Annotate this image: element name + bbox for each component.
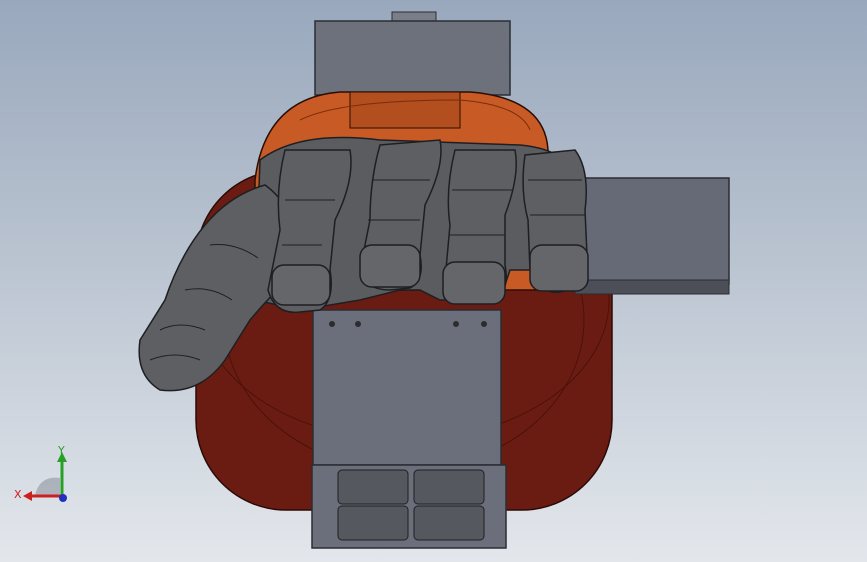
x-axis-arrow	[23, 491, 32, 501]
connector-housing	[311, 464, 507, 549]
z-axis-dot	[59, 494, 67, 502]
robotic-hand-model[interactable]	[0, 0, 867, 562]
side-block	[574, 177, 730, 295]
little-finger	[522, 149, 589, 294]
cad-viewport[interactable]: Y X	[0, 0, 867, 562]
x-axis-label: X	[14, 488, 22, 501]
coordinate-triad: Y X	[14, 444, 67, 502]
y-axis-label: Y	[57, 444, 65, 457]
top-mount-block	[314, 11, 511, 96]
palm-base-plate	[312, 309, 502, 466]
ring-finger	[442, 149, 517, 305]
